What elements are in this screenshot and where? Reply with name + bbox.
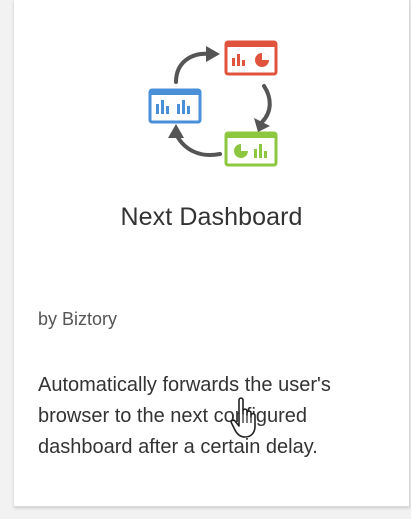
extension-description: Automatically forwards the user's browse…	[38, 374, 331, 458]
cycle-dashboards-icon	[148, 40, 278, 167]
extension-title: Next Dashboard	[120, 203, 303, 231]
extension-author: by Biztory	[38, 309, 118, 329]
page: Next Dashboard by Biztory Automatically …	[0, 0, 411, 519]
blue-dashboard-icon	[148, 88, 202, 124]
green-dashboard-icon	[224, 131, 278, 167]
extension-card[interactable]: Next Dashboard by Biztory Automatically …	[14, 0, 410, 507]
red-dashboard-icon	[224, 40, 278, 76]
